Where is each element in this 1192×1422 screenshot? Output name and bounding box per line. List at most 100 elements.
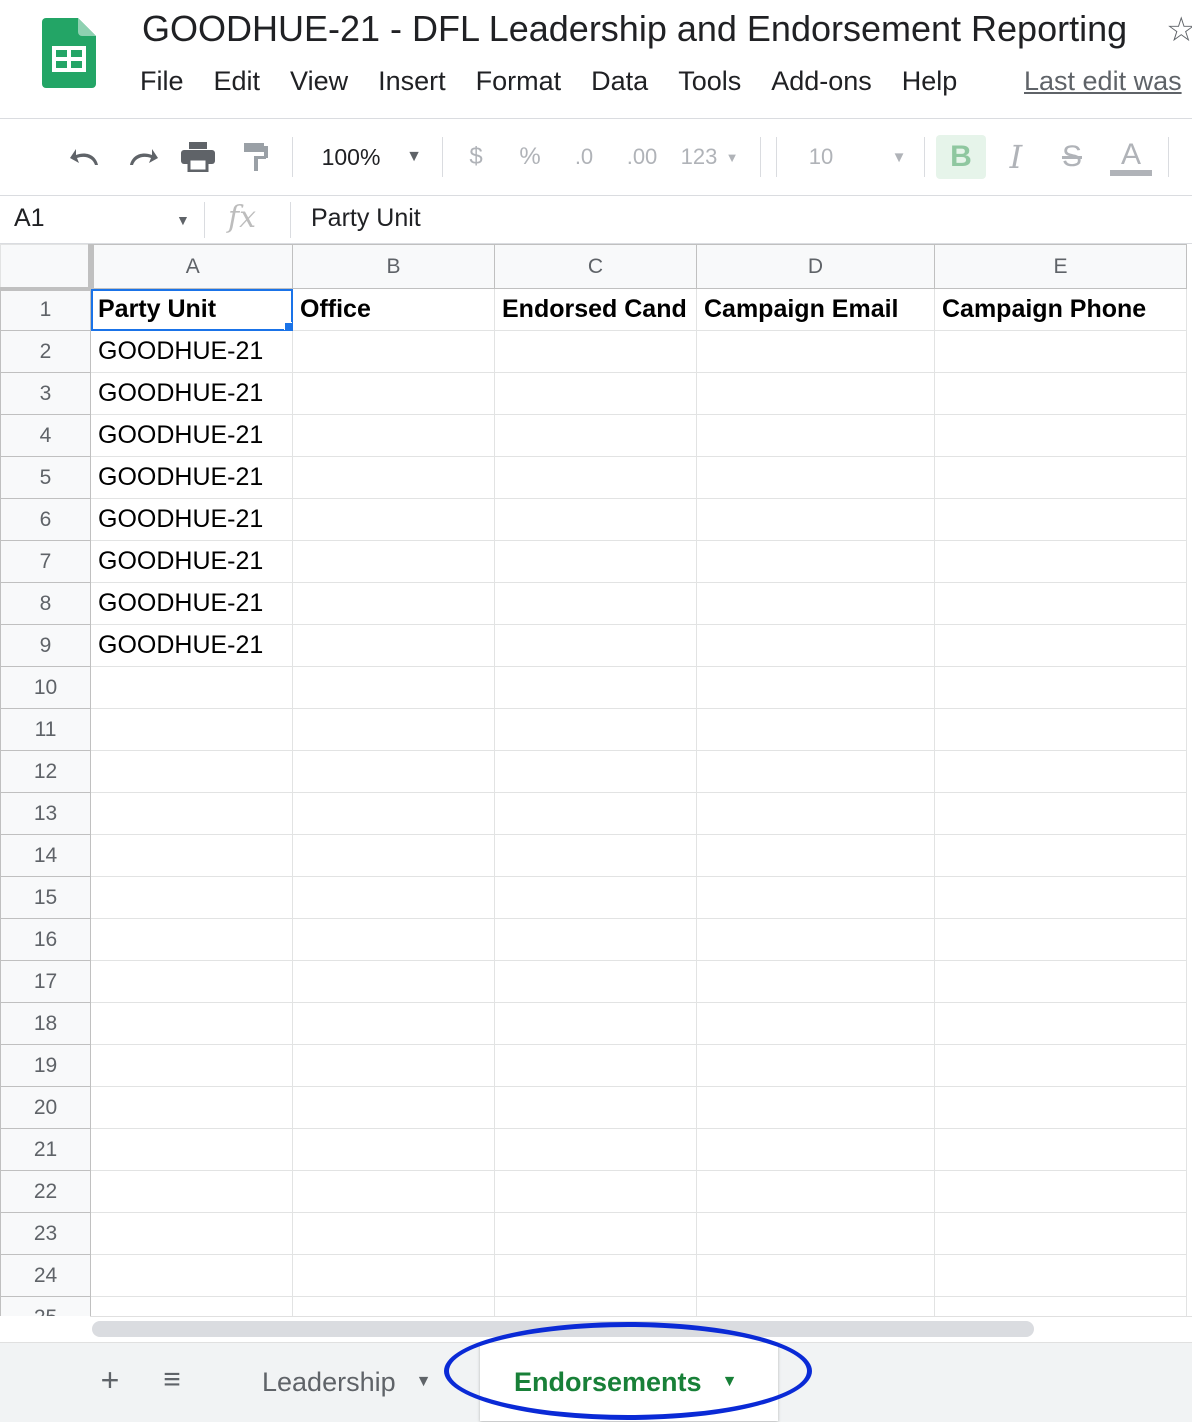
- more-formats-button[interactable]: 123: [676, 135, 722, 179]
- cell-d13[interactable]: [696, 792, 935, 835]
- cell-a13[interactable]: [90, 792, 293, 835]
- cell-d19[interactable]: [696, 1044, 935, 1087]
- font-size-select[interactable]: 10: [796, 135, 846, 179]
- cell-d5[interactable]: [696, 456, 935, 499]
- cell-d20[interactable]: [696, 1086, 935, 1129]
- cell-c5[interactable]: [494, 456, 697, 499]
- cell-a8[interactable]: GOODHUE-21: [90, 582, 293, 625]
- cell-c9[interactable]: [494, 624, 697, 667]
- horizontal-scrollbar[interactable]: [90, 1316, 1192, 1342]
- cell-a5[interactable]: GOODHUE-21: [90, 456, 293, 499]
- cell-c10[interactable]: [494, 666, 697, 709]
- cell-b19[interactable]: [292, 1044, 495, 1087]
- cell-d11[interactable]: [696, 708, 935, 751]
- cell-d4[interactable]: [696, 414, 935, 457]
- cell-a17[interactable]: [90, 960, 293, 1003]
- cell-c2[interactable]: [494, 330, 697, 373]
- row-header[interactable]: 19: [0, 1044, 91, 1087]
- menu-edit[interactable]: Edit: [214, 66, 261, 97]
- cell-d25[interactable]: [696, 1296, 935, 1316]
- cell-a25[interactable]: [90, 1296, 293, 1316]
- cell-b2[interactable]: [292, 330, 495, 373]
- select-all-corner[interactable]: [0, 244, 94, 291]
- cell-b24[interactable]: [292, 1254, 495, 1297]
- menu-file[interactable]: File: [140, 66, 184, 97]
- menu-format[interactable]: Format: [476, 66, 562, 97]
- row-header[interactable]: 1: [0, 288, 91, 331]
- bold-button[interactable]: B: [936, 135, 986, 179]
- cell-a24[interactable]: [90, 1254, 293, 1297]
- cell-c1[interactable]: Endorsed Cand: [494, 288, 697, 331]
- cell-c18[interactable]: [494, 1002, 697, 1045]
- cell-b4[interactable]: [292, 414, 495, 457]
- cell-d10[interactable]: [696, 666, 935, 709]
- cell-c20[interactable]: [494, 1086, 697, 1129]
- cell-b21[interactable]: [292, 1128, 495, 1171]
- fill-handle[interactable]: [284, 322, 292, 330]
- add-sheet-button[interactable]: +: [90, 1355, 130, 1405]
- cell-e21[interactable]: [934, 1128, 1187, 1171]
- menu-help[interactable]: Help: [902, 66, 958, 97]
- column-header-e[interactable]: E: [934, 244, 1187, 289]
- cell-c15[interactable]: [494, 876, 697, 919]
- column-header-d[interactable]: D: [696, 244, 935, 289]
- row-header[interactable]: 10: [0, 666, 91, 709]
- cell-d7[interactable]: [696, 540, 935, 583]
- cell-b3[interactable]: [292, 372, 495, 415]
- cell-e14[interactable]: [934, 834, 1187, 877]
- cell-b10[interactable]: [292, 666, 495, 709]
- cell-b20[interactable]: [292, 1086, 495, 1129]
- cell-b12[interactable]: [292, 750, 495, 793]
- zoom-dropdown-icon[interactable]: ▼: [400, 135, 428, 179]
- tab-dropdown-icon[interactable]: ▼: [722, 1373, 738, 1391]
- tab-dropdown-icon[interactable]: ▼: [416, 1373, 432, 1391]
- formula-input[interactable]: Party Unit: [311, 204, 421, 233]
- more-formats-dropdown-icon[interactable]: ▼: [722, 135, 742, 179]
- increase-decimal-button[interactable]: .00: [620, 135, 664, 179]
- cell-a12[interactable]: [90, 750, 293, 793]
- cell-e4[interactable]: [934, 414, 1187, 457]
- cell-a21[interactable]: [90, 1128, 293, 1171]
- cell-b5[interactable]: [292, 456, 495, 499]
- row-header[interactable]: 11: [0, 708, 91, 751]
- row-header[interactable]: 16: [0, 918, 91, 961]
- cell-a7[interactable]: GOODHUE-21: [90, 540, 293, 583]
- cell-d21[interactable]: [696, 1128, 935, 1171]
- menu-data[interactable]: Data: [591, 66, 648, 97]
- row-header[interactable]: 14: [0, 834, 91, 877]
- cell-c19[interactable]: [494, 1044, 697, 1087]
- cell-e20[interactable]: [934, 1086, 1187, 1129]
- row-header[interactable]: 22: [0, 1170, 91, 1213]
- cell-e18[interactable]: [934, 1002, 1187, 1045]
- cell-e24[interactable]: [934, 1254, 1187, 1297]
- menu-addons[interactable]: Add-ons: [771, 66, 872, 97]
- cell-e25[interactable]: [934, 1296, 1187, 1316]
- cell-d17[interactable]: [696, 960, 935, 1003]
- cell-d9[interactable]: [696, 624, 935, 667]
- cell-c12[interactable]: [494, 750, 697, 793]
- cell-b17[interactable]: [292, 960, 495, 1003]
- row-header[interactable]: 20: [0, 1086, 91, 1129]
- cell-b14[interactable]: [292, 834, 495, 877]
- cell-d18[interactable]: [696, 1002, 935, 1045]
- strikethrough-button[interactable]: S: [1052, 135, 1092, 179]
- currency-format-button[interactable]: $: [460, 135, 492, 179]
- row-header[interactable]: 13: [0, 792, 91, 835]
- column-header-a[interactable]: A: [90, 244, 293, 289]
- cell-b23[interactable]: [292, 1212, 495, 1255]
- cell-c11[interactable]: [494, 708, 697, 751]
- cell-d8[interactable]: [696, 582, 935, 625]
- document-title[interactable]: GOODHUE-21 - DFL Leadership and Endorsem…: [142, 8, 1127, 50]
- row-header[interactable]: 2: [0, 330, 91, 373]
- row-header[interactable]: 12: [0, 750, 91, 793]
- cell-a19[interactable]: [90, 1044, 293, 1087]
- cell-b22[interactable]: [292, 1170, 495, 1213]
- cell-a2[interactable]: GOODHUE-21: [90, 330, 293, 373]
- cell-d22[interactable]: [696, 1170, 935, 1213]
- cell-e5[interactable]: [934, 456, 1187, 499]
- cell-a4[interactable]: GOODHUE-21: [90, 414, 293, 457]
- name-box-dropdown-icon[interactable]: ▼: [176, 212, 190, 228]
- cell-e23[interactable]: [934, 1212, 1187, 1255]
- cell-d24[interactable]: [696, 1254, 935, 1297]
- cell-e12[interactable]: [934, 750, 1187, 793]
